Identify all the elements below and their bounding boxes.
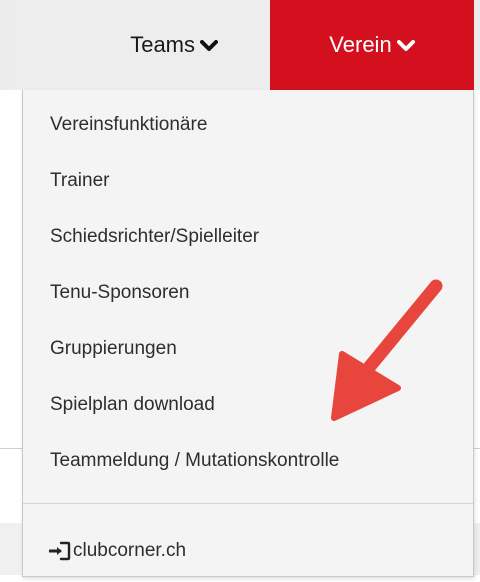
top-navigation: Teams Verein bbox=[0, 0, 480, 90]
menu-divider bbox=[23, 503, 473, 504]
clubcorner-label: clubcorner.ch bbox=[73, 540, 187, 561]
sign-in-icon bbox=[49, 541, 71, 561]
nav-teams[interactable]: Teams bbox=[12, 0, 270, 90]
menu-item-tenu-sponsoren[interactable]: Tenu-Sponsoren bbox=[50, 282, 189, 304]
clubcorner-link[interactable]: clubcorner.ch bbox=[49, 540, 186, 562]
menu-item-gruppierungen[interactable]: Gruppierungen bbox=[50, 338, 177, 360]
menu-item-trainer[interactable]: Trainer bbox=[50, 170, 109, 192]
nav-verein-label: Verein bbox=[329, 32, 392, 57]
nav-teams-label: Teams bbox=[130, 32, 195, 57]
menu-item-teammeldung[interactable]: Teammeldung / Mutationskontrolle bbox=[50, 450, 339, 472]
menu-item-schiedsrichter[interactable]: Schiedsrichter/Spielleiter bbox=[50, 226, 259, 248]
chevron-down-icon bbox=[396, 40, 415, 51]
menu-item-vereinsfunktionaere[interactable]: Vereinsfunktionäre bbox=[50, 114, 207, 136]
red-arrow-icon bbox=[331, 279, 443, 421]
menu-item-spielplan-download[interactable]: Spielplan download bbox=[50, 394, 215, 416]
background-divider bbox=[474, 448, 480, 449]
background-divider bbox=[0, 448, 22, 449]
chevron-down-icon bbox=[200, 40, 218, 51]
nav-verein[interactable]: Verein bbox=[270, 0, 474, 90]
